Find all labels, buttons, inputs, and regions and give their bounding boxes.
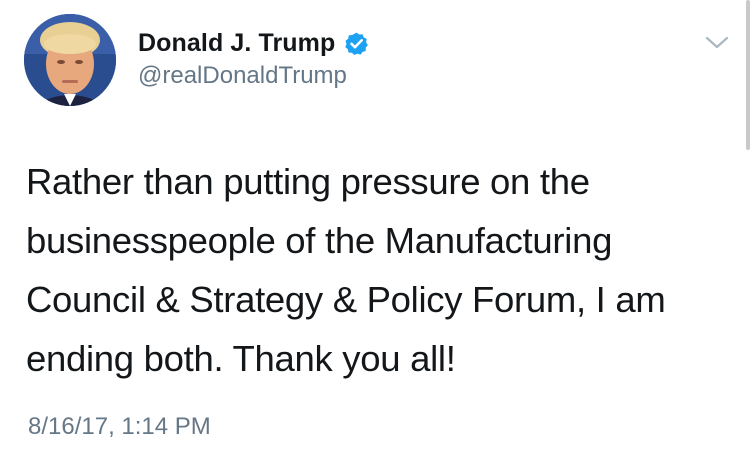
chevron-down-icon[interactable]: [704, 34, 730, 52]
avatar-image: [24, 14, 116, 106]
scrollbar[interactable]: [746, 0, 750, 150]
tweet-timestamp[interactable]: 8/16/17, 1:14 PM: [28, 413, 211, 441]
author-handle[interactable]: @realDonaldTrump: [138, 62, 347, 90]
tweet-text: Rather than putting pressure on the busi…: [26, 161, 666, 379]
verified-badge-icon: [344, 31, 369, 56]
tweet-card: Donald J. Trump @realDonaldTrump Rather …: [0, 0, 750, 461]
author-display-name[interactable]: Donald J. Trump: [138, 29, 335, 58]
avatar[interactable]: [24, 14, 116, 106]
author-name-row: Donald J. Trump: [138, 28, 369, 58]
